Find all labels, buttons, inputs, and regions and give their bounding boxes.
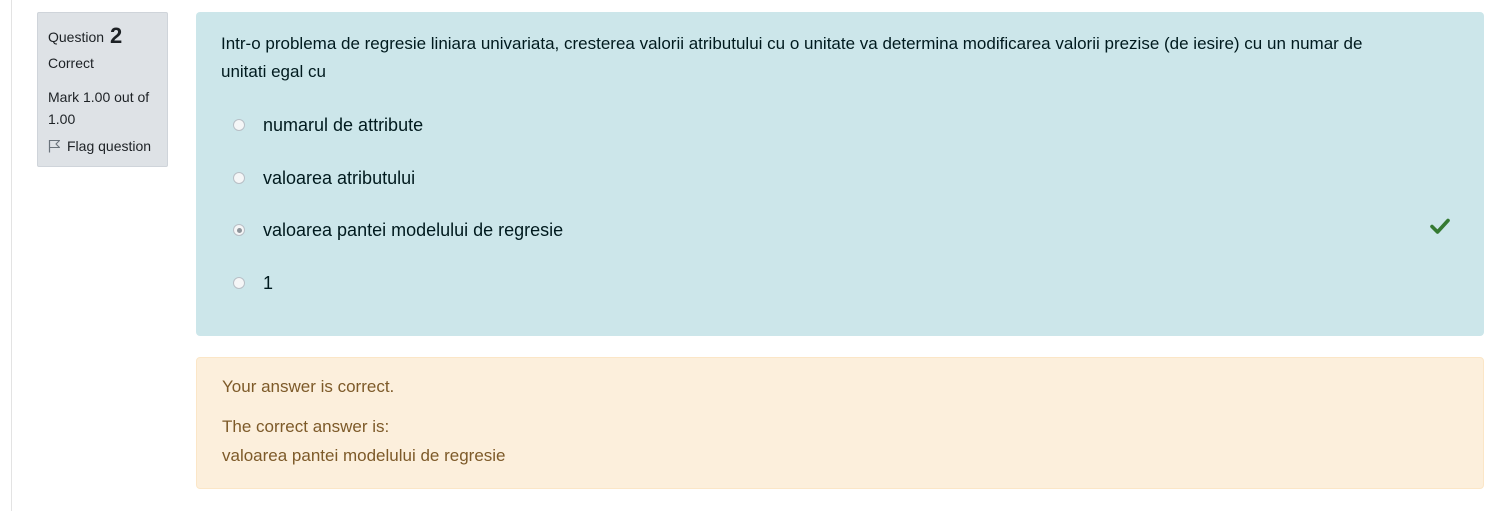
answer-option-4[interactable]: 1 — [233, 270, 933, 296]
answer-label-3[interactable]: valoarea pantei modelului de regresie — [263, 220, 563, 241]
answer-label-4[interactable]: 1 — [263, 273, 273, 294]
feedback-text: Your answer is correct. — [222, 377, 395, 396]
answer-option-2[interactable]: valoarea atributului — [233, 165, 933, 191]
question-formulation: Intr-o problema de regresie liniara univ… — [196, 12, 1484, 336]
answer-radio-1[interactable] — [233, 119, 245, 131]
right-answer-intro: The correct answer is: — [222, 417, 390, 436]
flag-icon — [48, 139, 61, 153]
answer-option-3[interactable]: valoarea pantei modelului de regresie — [233, 217, 933, 243]
question-text: Intr-o problema de regresie liniara univ… — [221, 34, 1363, 81]
answer-radio-3-selected[interactable] — [233, 224, 245, 236]
question-state: Correct — [48, 55, 94, 71]
flag-question-link[interactable]: Flag question — [48, 138, 157, 154]
answer-option-1[interactable]: numarul de attribute — [233, 112, 933, 138]
flag-question-label: Flag question — [67, 138, 152, 154]
answer-radio-2[interactable] — [233, 172, 245, 184]
answer-label-2[interactable]: valoarea atributului — [263, 168, 415, 189]
answer-label-1[interactable]: numarul de attribute — [263, 115, 423, 136]
right-answer: The correct answer is: valoarea pantei m… — [222, 412, 506, 470]
answer-radio-4[interactable] — [233, 277, 245, 289]
right-answer-value: valoarea pantei modelului de regresie — [222, 446, 506, 465]
question-info-panel: Question 2 Correct Mark 1.00 out of 1.00… — [37, 12, 168, 167]
check-icon — [1430, 218, 1450, 234]
question-grade: Mark 1.00 out of 1.00 — [48, 89, 150, 127]
page-left-border — [11, 0, 12, 511]
question-number-value: 2 — [109, 23, 123, 48]
question-label: Question — [48, 29, 105, 45]
question-number: Question 2 — [48, 23, 157, 50]
question-outcome: Your answer is correct. The correct answ… — [196, 357, 1484, 489]
